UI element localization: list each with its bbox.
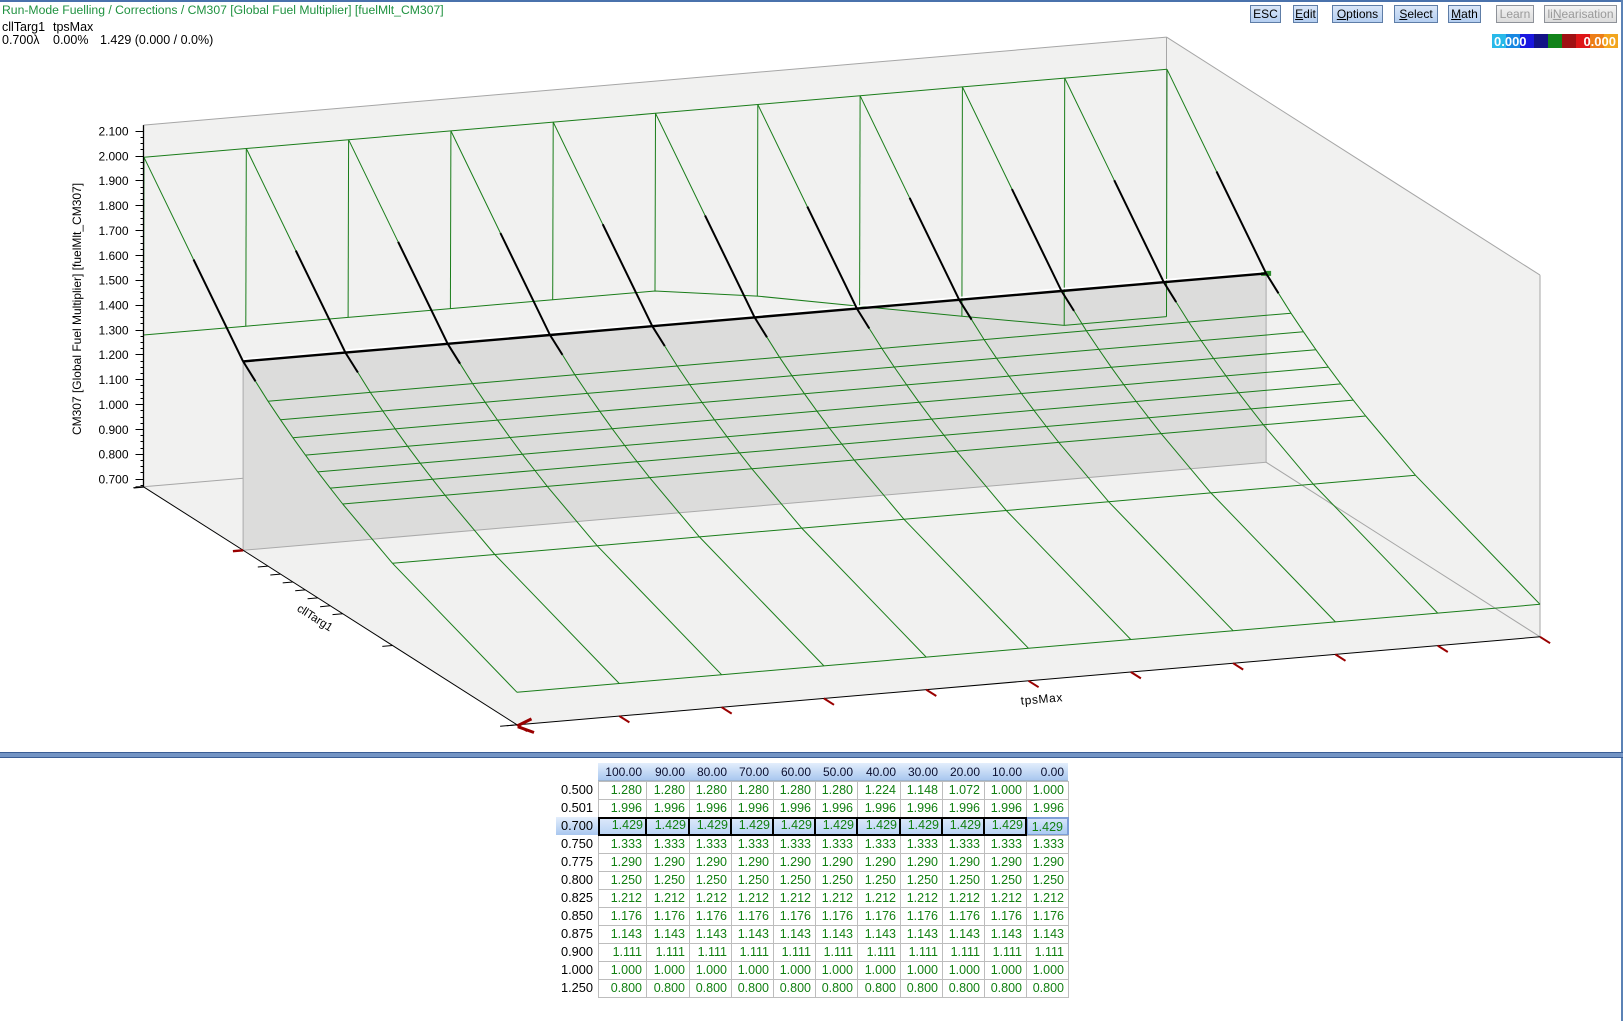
svg-text:1.400: 1.400 <box>98 299 128 313</box>
svg-text:1.600: 1.600 <box>98 249 128 263</box>
svg-text:1.900: 1.900 <box>98 174 128 188</box>
svg-text:1.700: 1.700 <box>98 224 128 238</box>
svg-text:1.300: 1.300 <box>98 323 128 337</box>
svg-text:2.100: 2.100 <box>98 125 128 139</box>
svg-text:1.500: 1.500 <box>98 274 128 288</box>
svg-text:2.000: 2.000 <box>98 149 128 163</box>
svg-text:1.800: 1.800 <box>98 199 128 213</box>
svg-text:1.000: 1.000 <box>98 398 128 412</box>
svg-text:tpsMax: tpsMax <box>1020 690 1063 708</box>
svg-text:CM307 [Global Fuel Multiplier]: CM307 [Global Fuel Multiplier] [fuelMlt_… <box>70 183 84 435</box>
svg-text:0.900: 0.900 <box>98 423 128 437</box>
svg-text:0.700: 0.700 <box>98 473 128 487</box>
svg-text:0.800: 0.800 <box>98 448 128 462</box>
svg-text:cllTarg1: cllTarg1 <box>295 603 335 634</box>
svg-text:1.100: 1.100 <box>98 373 128 387</box>
svg-text:1.200: 1.200 <box>98 348 128 362</box>
